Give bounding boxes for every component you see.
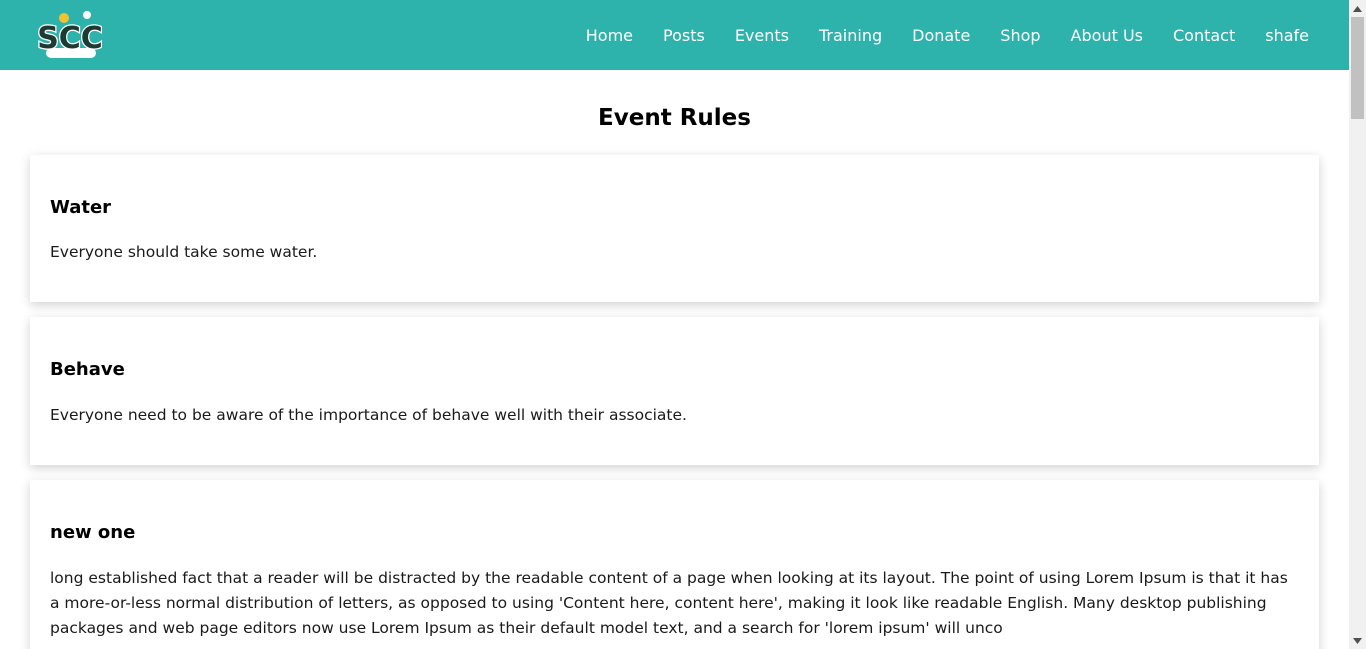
nav-link-user[interactable]: shafe: [1265, 26, 1309, 45]
scrollbar-thumb[interactable]: [1351, 17, 1364, 119]
scroll-down-arrow-icon[interactable]: [1349, 632, 1366, 649]
nav-link-contact[interactable]: Contact: [1173, 26, 1235, 45]
scc-logo[interactable]: SCC: [38, 8, 102, 62]
rule-description: Everyone need to be aware of the importa…: [50, 406, 687, 424]
navbar: SCC Home Posts Events Training Donate Sh…: [0, 0, 1349, 70]
nav-link-events[interactable]: Events: [735, 26, 789, 45]
nav-link-training[interactable]: Training: [819, 26, 882, 45]
logo-text: SCC: [38, 21, 102, 56]
nav-link-posts[interactable]: Posts: [663, 26, 705, 45]
vertical-scrollbar[interactable]: [1349, 0, 1366, 649]
nav-links: Home Posts Events Training Donate Shop A…: [556, 0, 1309, 70]
rule-card-water: Water Everyone should take some water.: [30, 155, 1319, 302]
rule-card-behave: Behave Everyone need to be aware of the …: [30, 317, 1319, 465]
rule-description: long established fact that a reader will…: [50, 569, 1288, 637]
page: SCC Home Posts Events Training Donate Sh…: [0, 0, 1349, 649]
rule-title: Behave: [50, 359, 125, 380]
nav-link-donate[interactable]: Donate: [912, 26, 970, 45]
rule-card-new-one: new one long established fact that a rea…: [30, 480, 1319, 649]
nav-link-shop[interactable]: Shop: [1000, 26, 1040, 45]
rule-title: Water: [50, 197, 112, 218]
page-title: Event Rules: [598, 105, 751, 131]
nav-link-home[interactable]: Home: [586, 26, 633, 45]
scroll-up-arrow-icon[interactable]: [1349, 0, 1366, 17]
rule-description: Everyone should take some water.: [50, 243, 318, 261]
rule-title: new one: [50, 522, 136, 543]
nav-link-about-us[interactable]: About Us: [1071, 26, 1143, 45]
